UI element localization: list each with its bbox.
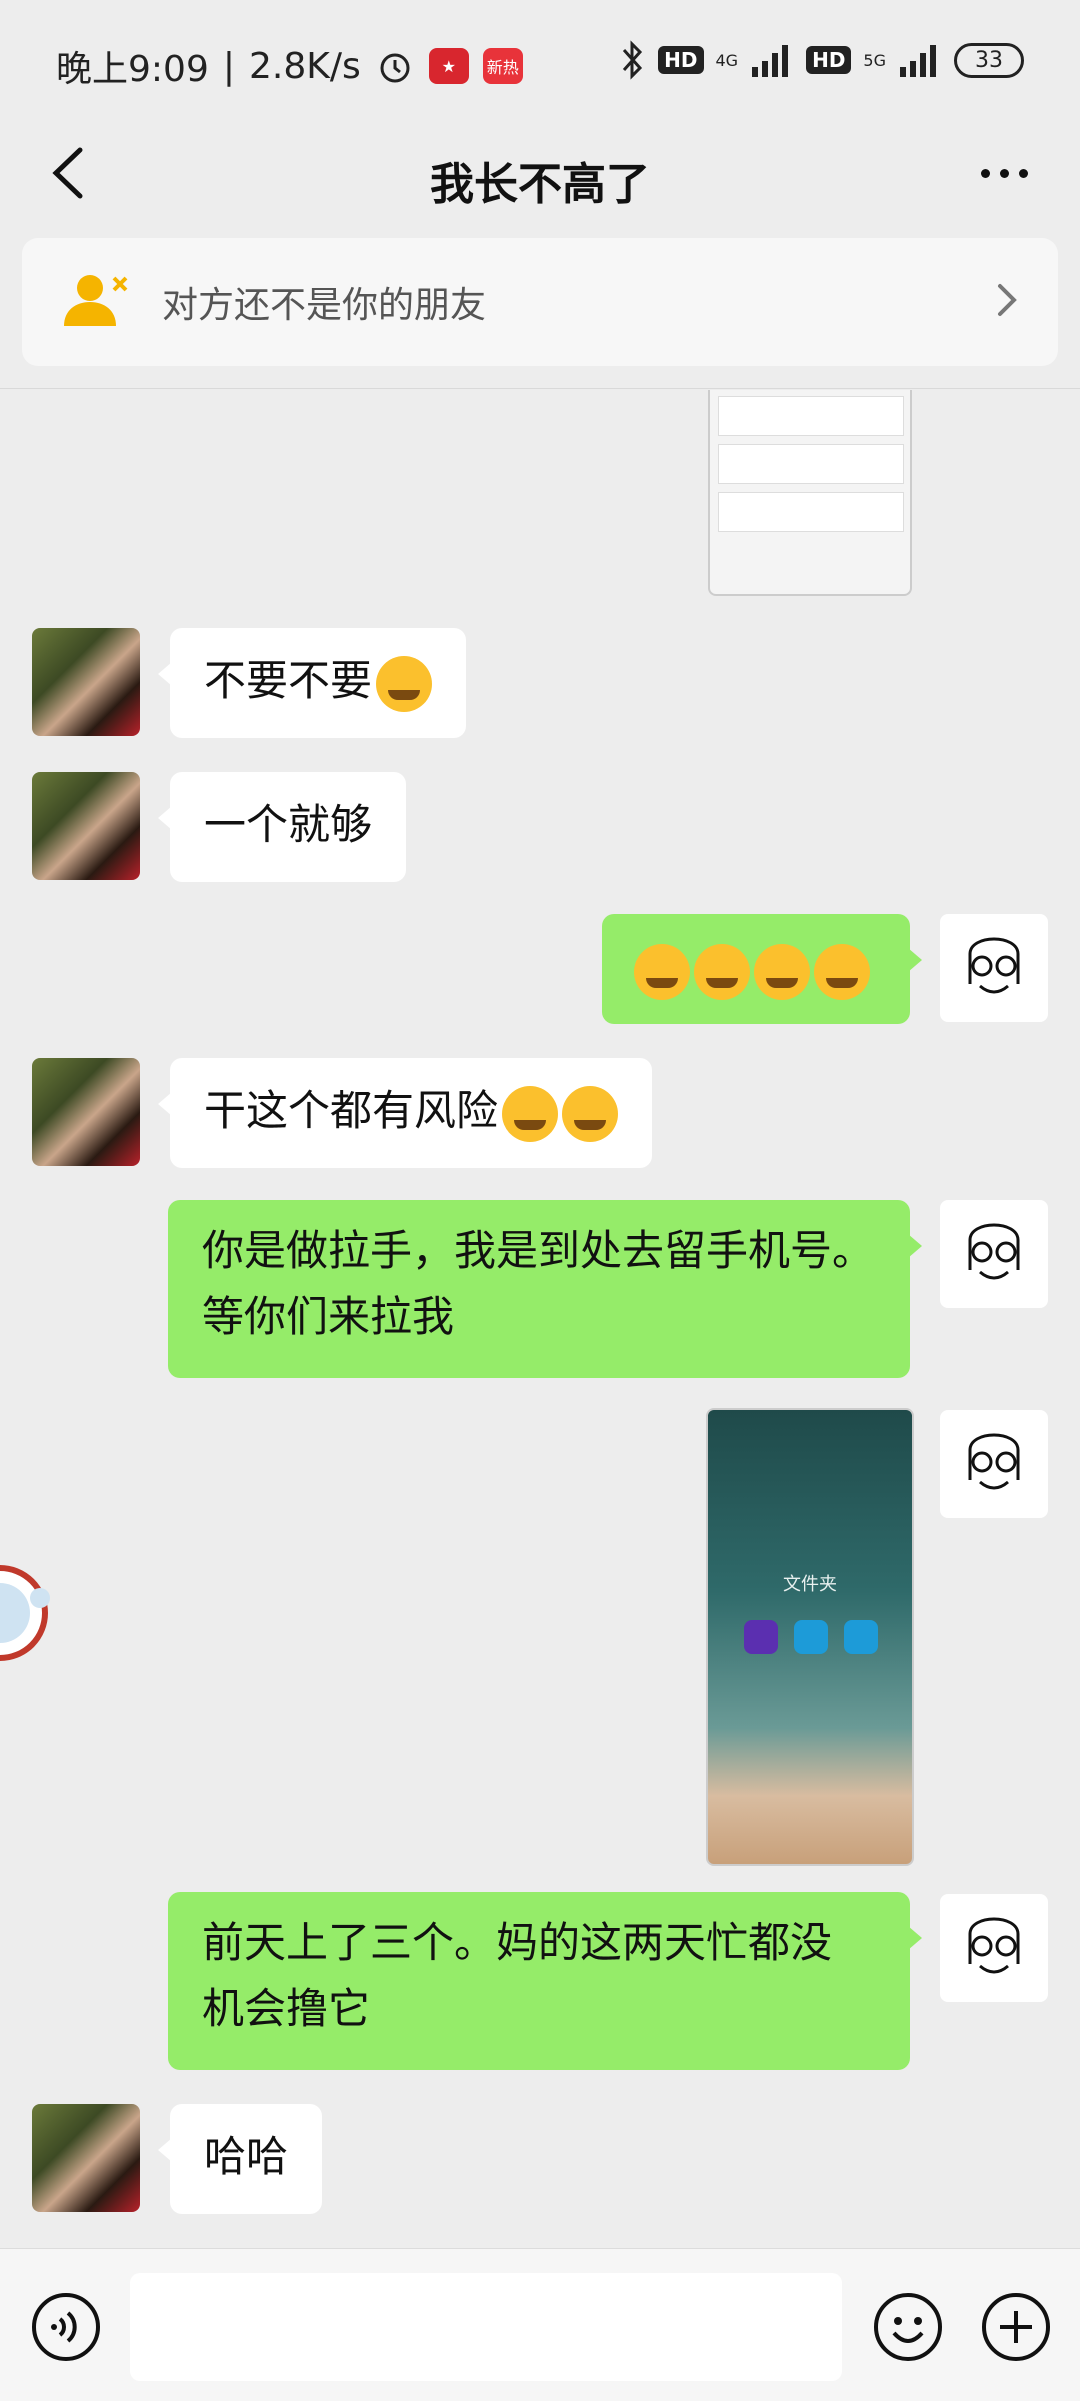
contact-avatar[interactable] bbox=[32, 772, 140, 880]
battery-indicator: 33 bbox=[954, 42, 1024, 78]
cartoon-face-icon bbox=[968, 1223, 1020, 1280]
tears-of-joy-emoji-icon bbox=[694, 943, 750, 1000]
plus-icon[interactable] bbox=[980, 2291, 1052, 2363]
message-text-line: 等你们来拉我 bbox=[202, 1292, 455, 1341]
contact-avatar[interactable] bbox=[32, 2104, 140, 2212]
app-icon bbox=[844, 1620, 878, 1654]
cartoon-face-icon bbox=[968, 937, 1020, 994]
message-bubble-outgoing[interactable]: 你是做拉手，我是到处去留手机号。 等你们来拉我 bbox=[168, 1200, 922, 1378]
status-separator: | bbox=[222, 45, 235, 87]
hd-badge-1: HD bbox=[658, 46, 704, 74]
message-text-line: 机会撸它 bbox=[202, 1984, 371, 2033]
emoji-icon[interactable] bbox=[872, 2291, 944, 2363]
status-left: 晚上9:09 | 2.8K/s ★ 新热 bbox=[56, 40, 523, 92]
signal-icon-2 bbox=[900, 45, 936, 77]
tears-of-joy-emoji-icon bbox=[754, 943, 810, 1000]
contact-card-row bbox=[718, 492, 904, 532]
chat-header: 我长不高了 bbox=[0, 120, 1080, 230]
my-avatar[interactable] bbox=[940, 1200, 1048, 1308]
signal-icon-1 bbox=[752, 45, 789, 77]
folder-label: 文件夹 bbox=[783, 1574, 837, 1595]
divider bbox=[0, 388, 1080, 389]
app-icon bbox=[794, 1620, 828, 1654]
bluetooth-icon bbox=[623, 40, 643, 80]
cartoon-face-icon bbox=[968, 1917, 1020, 1974]
tears-of-joy-emoji-icon bbox=[814, 943, 870, 1000]
chat-title: 我长不高了 bbox=[430, 159, 650, 210]
message-text-line: 前天上了三个。妈的这两天忙都没 bbox=[202, 1918, 833, 1967]
crying-emoji-icon bbox=[562, 1085, 619, 1142]
message-input[interactable] bbox=[130, 2273, 842, 2381]
contact-card-row bbox=[718, 396, 904, 436]
status-right: HD 4G HD 5G 33 bbox=[620, 40, 1024, 80]
tears-of-joy-emoji-icon bbox=[634, 943, 690, 1000]
not-friend-text: 对方还不是你的朋友 bbox=[162, 285, 487, 326]
chevron-right-icon bbox=[998, 284, 1017, 316]
app-icon bbox=[744, 1620, 778, 1654]
more-options-button[interactable] bbox=[964, 138, 1044, 208]
more-dot bbox=[980, 168, 990, 178]
contact-avatar[interactable] bbox=[32, 1058, 140, 1166]
app-notification-icon: ★ bbox=[428, 48, 469, 84]
crying-emoji-icon bbox=[502, 1085, 559, 1142]
contact-card-row bbox=[718, 444, 904, 484]
network-4g-label: 4G bbox=[715, 50, 739, 70]
message-text: 干这个都有风险 bbox=[204, 1086, 499, 1135]
more-dot bbox=[999, 168, 1009, 178]
status-time: 晚上9:09 bbox=[56, 49, 209, 90]
image-message-phone-screenshot[interactable]: 文件夹 bbox=[706, 1408, 914, 1866]
status-speed: 2.8K/s bbox=[248, 45, 361, 87]
my-avatar[interactable] bbox=[940, 914, 1048, 1022]
network-5g-label: 5G bbox=[863, 50, 886, 70]
message-text: 一个就够 bbox=[204, 800, 373, 849]
my-avatar[interactable] bbox=[940, 1410, 1048, 1518]
cartoon-face-icon bbox=[968, 1433, 1020, 1490]
status-bar: 晚上9:09 | 2.8K/s ★ 新热 HD 4G HD 5G 33 bbox=[0, 0, 1080, 120]
voice-input-icon[interactable] bbox=[30, 2291, 102, 2363]
add-friend-icon bbox=[64, 275, 128, 326]
image-message-top[interactable] bbox=[708, 390, 912, 596]
my-avatar[interactable] bbox=[940, 1894, 1048, 2002]
grin-emoji-icon bbox=[376, 655, 433, 712]
floating-mascot-icon[interactable] bbox=[0, 1548, 70, 1678]
contact-avatar[interactable] bbox=[32, 628, 140, 736]
message-bubble-incoming[interactable]: 干这个都有风险 bbox=[157, 1058, 653, 1168]
alarm-icon bbox=[380, 53, 410, 83]
more-dot bbox=[1018, 168, 1028, 178]
message-text: 哈哈 bbox=[204, 2132, 289, 2181]
message-bubble-incoming[interactable]: 不要不要 bbox=[157, 628, 467, 738]
not-friend-banner[interactable]: 对方还不是你的朋友 bbox=[22, 238, 1058, 366]
message-text: 不要不要 bbox=[204, 656, 373, 705]
message-bubble-outgoing[interactable]: 前天上了三个。妈的这两天忙都没 机会撸它 bbox=[168, 1892, 922, 2070]
message-text-line: 你是做拉手，我是到处去留手机号。 bbox=[202, 1226, 875, 1275]
hot-news-badge: 新热 bbox=[482, 48, 523, 84]
chat-input-bar bbox=[0, 2248, 1080, 2401]
message-bubble-incoming[interactable]: 哈哈 bbox=[157, 2104, 323, 2214]
hd-badge-2: HD bbox=[806, 46, 852, 74]
message-bubble-outgoing[interactable] bbox=[602, 914, 922, 1024]
message-bubble-incoming[interactable]: 一个就够 bbox=[157, 772, 407, 882]
